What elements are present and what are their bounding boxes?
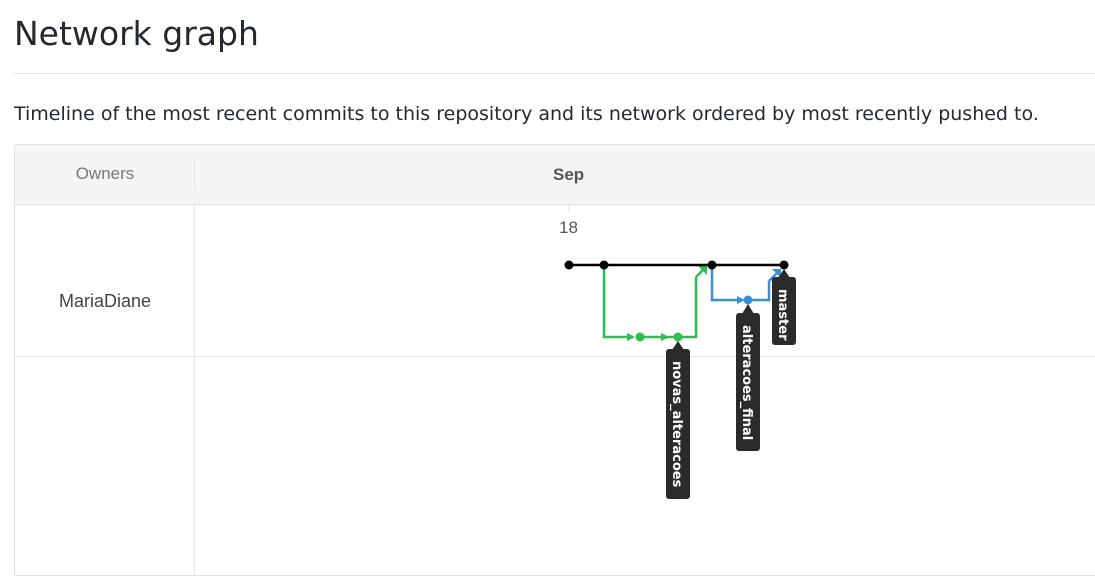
branch-tag-alteracoes-final[interactable]: alteracoes_final bbox=[736, 304, 760, 451]
tag-pointer bbox=[742, 304, 754, 314]
branch-tag-label: master bbox=[775, 289, 790, 341]
branch-tag-label: alteracoes_final bbox=[739, 325, 754, 440]
branch-novas-alteracoes bbox=[602, 265, 707, 342]
arrow-right-icon bbox=[627, 333, 635, 341]
page-title: Network graph bbox=[14, 14, 259, 53]
title-divider bbox=[14, 73, 1095, 74]
network-graph[interactable]: Owners Sep MariaDiane 18 novas_alteracoe… bbox=[14, 144, 1095, 576]
branch-tag-novas-alteracoes[interactable]: novas_alteracoes bbox=[666, 341, 690, 499]
green-merge-line bbox=[678, 277, 698, 339]
page-description: Timeline of the most recent commits to t… bbox=[14, 103, 1039, 125]
blue-branch-out-line bbox=[710, 265, 737, 302]
commit-dot[interactable] bbox=[635, 332, 645, 342]
arrow-right-icon bbox=[661, 333, 669, 341]
day-label: 18 bbox=[559, 218, 578, 237]
commit-dot[interactable] bbox=[599, 260, 609, 270]
commit-dot[interactable] bbox=[673, 332, 683, 342]
commit-graph-canvas[interactable]: 18 novas_alteracoes alteracoes_final mas… bbox=[15, 145, 1095, 575]
branch-tag-master[interactable]: master bbox=[772, 269, 796, 345]
commit-dot[interactable] bbox=[707, 260, 717, 270]
commit-dot[interactable] bbox=[564, 260, 574, 270]
commit-dot[interactable] bbox=[779, 260, 789, 270]
tag-pointer bbox=[672, 341, 684, 350]
branch-alteracoes-final bbox=[710, 265, 781, 305]
branch-tag-label: novas_alteracoes bbox=[669, 361, 684, 488]
commit-dot[interactable] bbox=[743, 295, 753, 305]
green-branch-out-line bbox=[602, 265, 627, 339]
branch-master bbox=[564, 260, 789, 270]
